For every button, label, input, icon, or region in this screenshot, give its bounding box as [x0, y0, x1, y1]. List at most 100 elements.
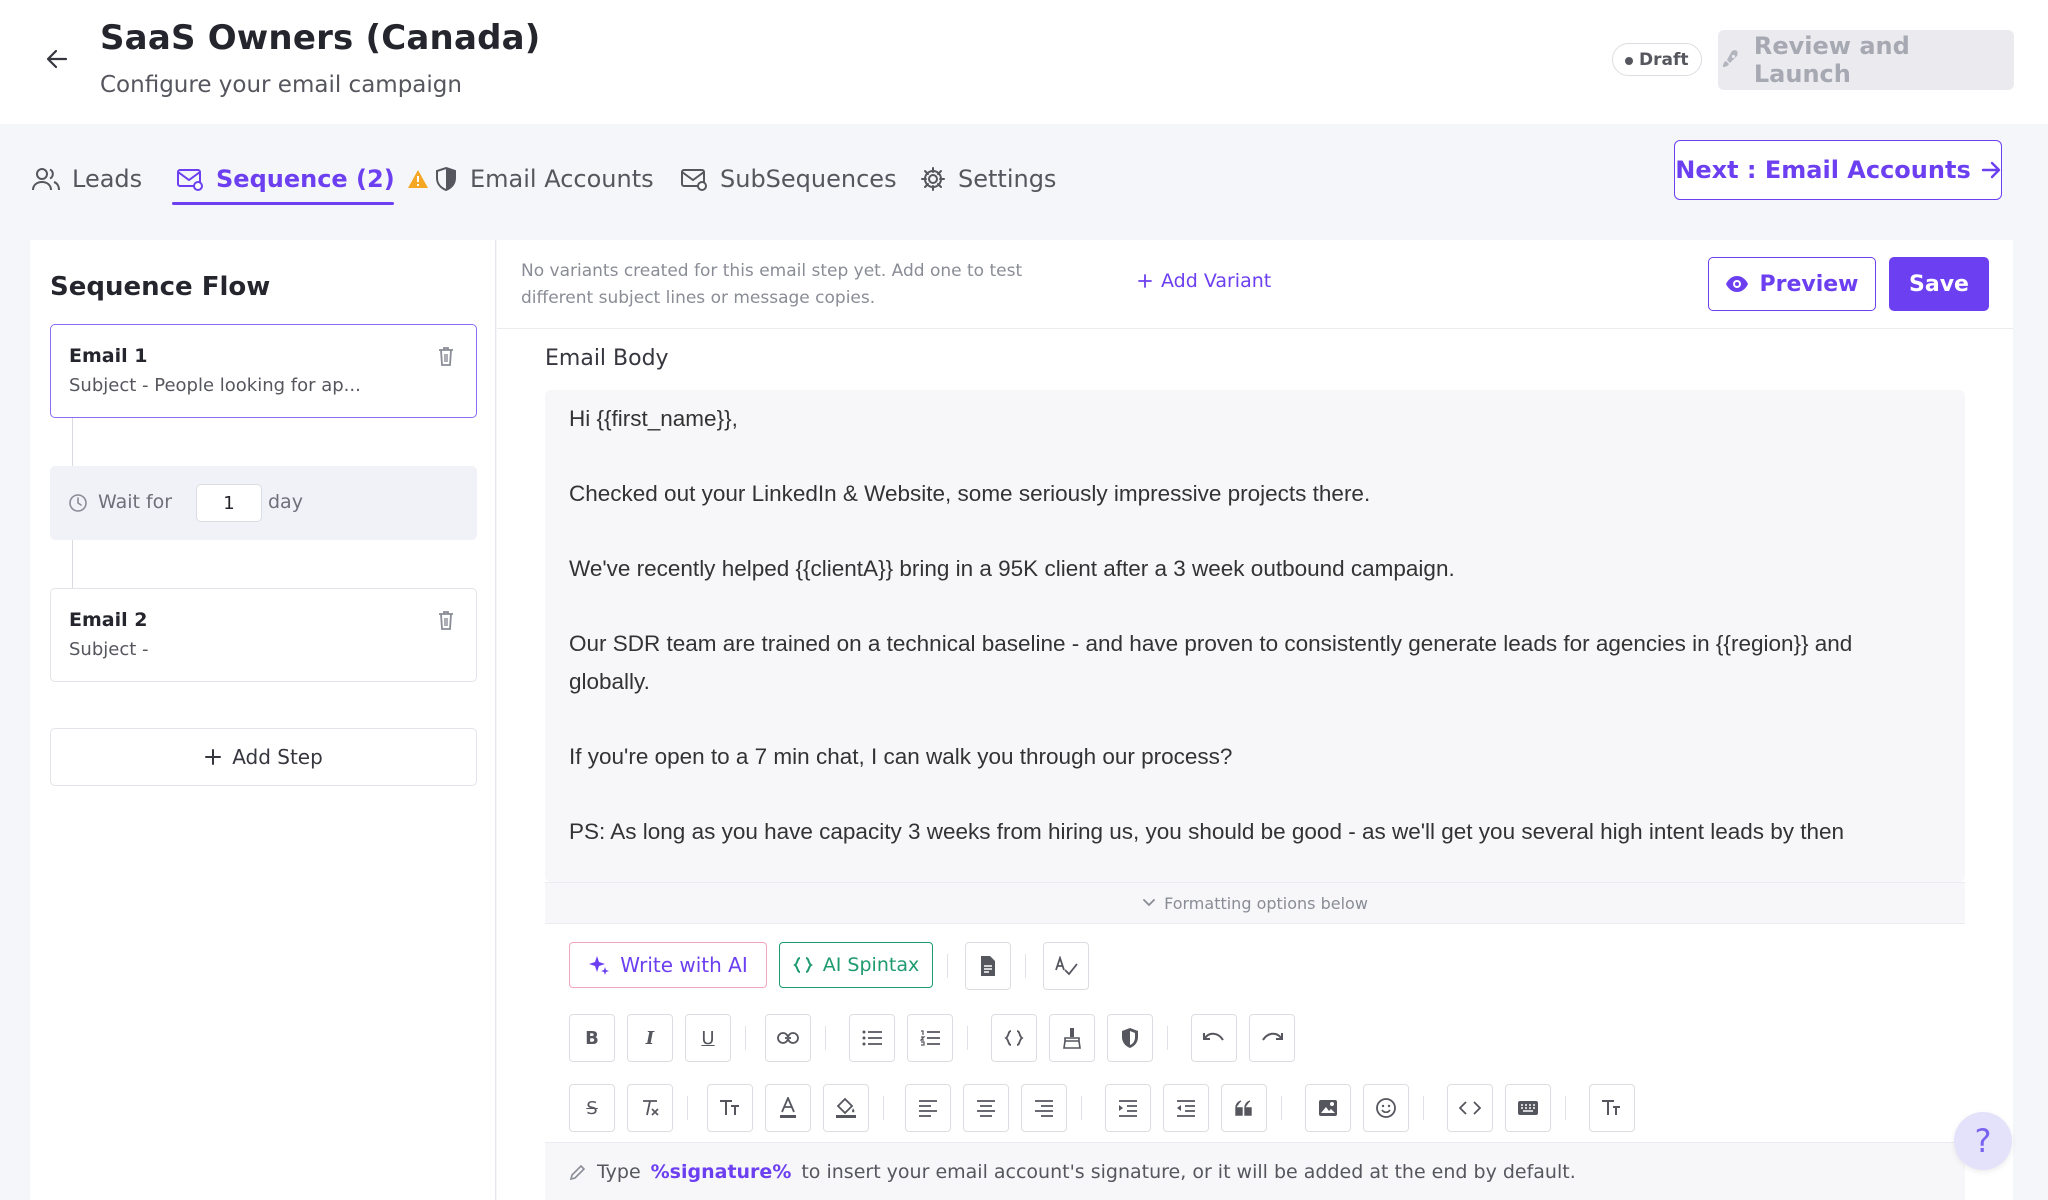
- save-button[interactable]: Save: [1889, 257, 1989, 311]
- help-button[interactable]: ?: [1954, 1112, 2012, 1170]
- mail-cog-icon: [681, 169, 707, 191]
- ai-spintax-button[interactable]: AI Spintax: [779, 942, 933, 988]
- text-style-button[interactable]: [1589, 1084, 1635, 1132]
- add-variant-button[interactable]: Add Variant: [1137, 270, 1271, 292]
- code-view-button[interactable]: [1447, 1084, 1493, 1132]
- italic-button[interactable]: I: [627, 1014, 673, 1062]
- tab-settings-label: Settings: [958, 165, 1057, 193]
- blockquote-button[interactable]: [1221, 1084, 1267, 1132]
- tab-subsequences[interactable]: SubSequences: [680, 154, 897, 204]
- email-body-line: [569, 775, 1941, 813]
- braces-icon: [792, 957, 813, 973]
- chevron-down-icon: [1143, 899, 1155, 907]
- strikethrough-button[interactable]: S: [569, 1084, 615, 1132]
- write-with-ai-label: Write with AI: [620, 953, 748, 977]
- link-icon: [777, 1032, 799, 1044]
- plus-icon: [205, 749, 222, 765]
- bold-button[interactable]: B: [569, 1014, 615, 1062]
- email-body-line: [569, 513, 1941, 551]
- tab-email-accounts-label: Email Accounts: [470, 165, 654, 193]
- wait-label: Wait for: [98, 491, 173, 513]
- toolbar-separator: [1167, 1026, 1168, 1050]
- next-email-accounts-button[interactable]: Next : Email Accounts: [1674, 140, 2002, 200]
- add-step-button[interactable]: Add Step: [50, 728, 477, 786]
- toolbar-separator: [1281, 1096, 1282, 1120]
- tab-email-accounts[interactable]: Email Accounts: [434, 154, 654, 204]
- add-step-label: Add Step: [232, 745, 323, 769]
- arrow-right-icon: [1981, 161, 2000, 179]
- back-arrow-icon[interactable]: [42, 44, 72, 74]
- strikethrough-icon: S: [586, 1097, 598, 1119]
- font-size-button[interactable]: [707, 1084, 753, 1132]
- next-button-label: Next : Email Accounts: [1675, 156, 1971, 184]
- step-name: Email 2: [69, 609, 148, 631]
- highlight-button[interactable]: [823, 1084, 869, 1132]
- clear-format-button[interactable]: [627, 1084, 673, 1132]
- tab-leads-label: Leads: [72, 165, 143, 193]
- signature-hint: Type %signature% to insert your email ac…: [545, 1142, 1965, 1200]
- email-body-line: We've recently helped {{clientA}} bring …: [569, 556, 1455, 581]
- align-left-icon: [919, 1100, 937, 1117]
- sequence-flow-title: Sequence Flow: [50, 272, 271, 302]
- trash-icon[interactable]: [436, 345, 456, 367]
- email-body-line: Our SDR team are trained on a technical …: [569, 631, 1853, 656]
- tab-leads[interactable]: Leads: [32, 154, 142, 204]
- redo-icon: [1262, 1032, 1283, 1041]
- clean-button[interactable]: [1049, 1014, 1095, 1062]
- preview-button[interactable]: Preview: [1708, 257, 1876, 311]
- text-color-icon: [780, 1097, 796, 1118]
- page-subtitle: Configure your email campaign: [100, 72, 462, 98]
- wait-step: Wait for day: [50, 466, 477, 540]
- sequence-step-email-2[interactable]: Email 2 Subject -: [50, 588, 477, 682]
- align-right-button[interactable]: [1021, 1084, 1067, 1132]
- email-body-line: Checked out your LinkedIn & Website, som…: [569, 481, 1371, 506]
- broom-icon: [1063, 1028, 1081, 1049]
- sequence-step-email-1[interactable]: Email 1 Subject - People looking for ap.…: [50, 324, 477, 418]
- spellcheck-icon: [1055, 956, 1078, 976]
- undo-button[interactable]: [1191, 1014, 1237, 1062]
- align-center-icon: [977, 1100, 995, 1117]
- insert-image-button[interactable]: [1305, 1084, 1351, 1132]
- review-and-launch-label: Review and Launch: [1753, 32, 1910, 88]
- link-button[interactable]: [765, 1014, 811, 1062]
- wait-days-input[interactable]: [196, 484, 262, 522]
- toolbar-separator: [745, 1026, 746, 1050]
- align-center-button[interactable]: [963, 1084, 1009, 1132]
- review-and-launch-button[interactable]: Review and Launch: [1718, 30, 2014, 90]
- numbered-list-button[interactable]: [907, 1014, 953, 1062]
- underline-button[interactable]: U: [685, 1014, 731, 1062]
- keyboard-shortcuts-button[interactable]: [1505, 1084, 1551, 1132]
- write-with-ai-button[interactable]: Write with AI: [569, 942, 767, 988]
- status-dot-icon: [1625, 57, 1633, 65]
- text-color-button[interactable]: [765, 1084, 811, 1132]
- add-variant-label: Add Variant: [1161, 270, 1272, 292]
- status-badge-label: Draft: [1639, 49, 1689, 70]
- spellcheck-button[interactable]: [1043, 942, 1089, 990]
- preview-label: Preview: [1759, 271, 1859, 297]
- step-subject: Subject - People looking for ap...: [69, 375, 361, 396]
- email-editor-panel: No variants created for this email step …: [497, 240, 2013, 1200]
- tab-settings[interactable]: Settings: [920, 154, 1056, 204]
- shield-icon: [436, 166, 456, 192]
- bullet-list-button[interactable]: [849, 1014, 895, 1062]
- align-left-button[interactable]: [905, 1084, 951, 1132]
- email-body-editor[interactable]: Hi {{first_name}}, Checked out your Link…: [545, 390, 1965, 882]
- toolbar-separator: [1423, 1096, 1424, 1120]
- align-right-icon: [1035, 1100, 1053, 1117]
- email-body-line: [569, 588, 1941, 626]
- tab-sequence[interactable]: Sequence (2): [176, 154, 429, 204]
- variables-button[interactable]: [991, 1014, 1037, 1062]
- redo-button[interactable]: [1249, 1014, 1295, 1062]
- formatting-options-toggle[interactable]: Formatting options below: [545, 882, 1965, 924]
- email-body-line: globally.: [569, 668, 650, 694]
- email-body-line: PS: As long as you have capacity 3 weeks…: [569, 818, 1845, 844]
- toolbar-separator: [883, 1096, 884, 1120]
- indent-button[interactable]: [1105, 1084, 1151, 1132]
- template-file-button[interactable]: [965, 942, 1011, 990]
- outdent-button[interactable]: [1163, 1084, 1209, 1132]
- spam-check-button[interactable]: [1107, 1014, 1153, 1062]
- numbered-list-icon: [920, 1030, 940, 1046]
- rocket-icon: [1722, 50, 1738, 67]
- emoji-button[interactable]: [1363, 1084, 1409, 1132]
- trash-icon[interactable]: [436, 609, 456, 631]
